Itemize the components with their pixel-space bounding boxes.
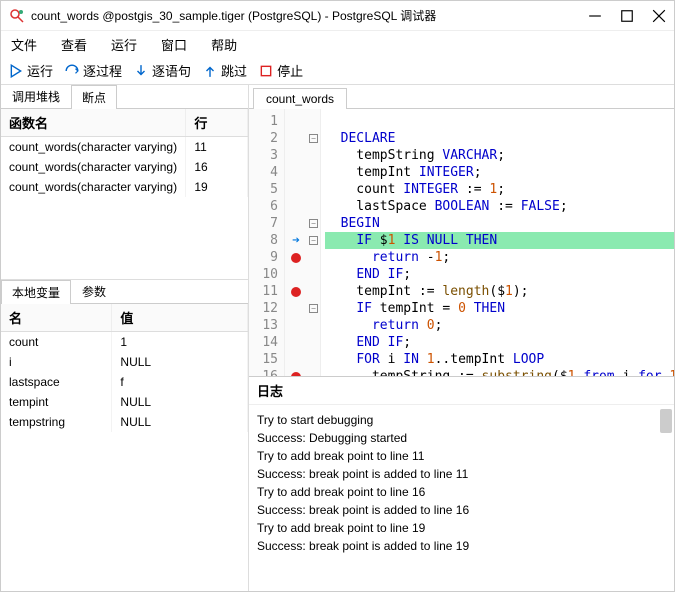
table-row[interactable]: count1	[1, 332, 248, 353]
breakpoint-icon[interactable]	[291, 253, 301, 263]
close-button[interactable]	[652, 9, 666, 23]
code-area[interactable]: DECLARE tempString VARCHAR; tempInt INTE…	[321, 109, 674, 376]
log-line: Try to start debugging	[257, 411, 666, 429]
breakpoint-icon[interactable]	[291, 287, 301, 297]
table-row[interactable]: tempstringNULL	[1, 412, 248, 432]
menu-help[interactable]: 帮助	[211, 35, 237, 54]
stepin-button[interactable]: 逐语句	[134, 61, 191, 80]
right-panel: count_words 12345678910111213141516 ➔ −−…	[249, 85, 674, 591]
col-func[interactable]: 函数名	[1, 109, 186, 137]
log-line: Try to add break point to line 19	[257, 519, 666, 537]
toolbar: 运行 逐过程 逐语句 跳过 停止	[1, 57, 674, 85]
breakpoint-table: 函数名 行 count_words(character varying)11co…	[1, 109, 248, 279]
titlebar: count_words @postgis_30_sample.tiger (Po…	[1, 1, 674, 31]
current-line-arrow: ➔	[292, 232, 300, 249]
breakpoint-gutter[interactable]: ➔	[285, 109, 307, 376]
stop-button[interactable]: 停止	[259, 61, 303, 80]
scrollbar-thumb[interactable]	[660, 409, 672, 433]
log-line: Success: break point is added to line 19	[257, 537, 666, 555]
table-row[interactable]: lastspacef	[1, 372, 248, 392]
menu-run[interactable]: 运行	[111, 35, 137, 54]
var-tabs: 本地变量 参数	[1, 280, 248, 304]
variable-table: 名 值 count1iNULLlastspaceftempintNULLtemp…	[1, 304, 248, 569]
table-row[interactable]: count_words(character varying)19	[1, 177, 248, 197]
col-line[interactable]: 行	[186, 109, 248, 137]
left-panel: 调用堆栈 断点 函数名 行 count_words(character vary…	[1, 85, 249, 591]
col-varval[interactable]: 值	[112, 304, 248, 332]
tab-breakpoints[interactable]: 断点	[71, 85, 117, 109]
log-line: Success: break point is added to line 16	[257, 501, 666, 519]
menubar: 文件 查看 运行 窗口 帮助	[1, 31, 674, 57]
stepover-button[interactable]: 逐过程	[65, 61, 122, 80]
fold-toggle[interactable]: −	[309, 134, 318, 143]
table-row[interactable]: count_words(character varying)11	[1, 137, 248, 158]
table-row[interactable]: count_words(character varying)16	[1, 157, 248, 177]
log-body[interactable]: Try to start debuggingSuccess: Debugging…	[249, 405, 674, 591]
window-title: count_words @postgis_30_sample.tiger (Po…	[31, 7, 588, 24]
menu-file[interactable]: 文件	[11, 35, 37, 54]
fold-toggle[interactable]: −	[309, 236, 318, 245]
stack-tabs: 调用堆栈 断点	[1, 85, 248, 109]
code-editor[interactable]: 12345678910111213141516 ➔ − − − − DECLARE t…	[249, 109, 674, 376]
log-line: Success: Debugging started	[257, 429, 666, 447]
fold-toggle[interactable]: −	[309, 219, 318, 228]
log-line: Success: break point is added to line 11	[257, 465, 666, 483]
fold-gutter[interactable]: − − − −	[307, 109, 321, 376]
editor-tab[interactable]: count_words	[253, 88, 347, 109]
minimize-button[interactable]	[588, 9, 602, 23]
editor-tabs: count_words	[249, 85, 674, 109]
tab-callstack[interactable]: 调用堆栈	[1, 85, 71, 108]
log-panel: 日志 Try to start debuggingSuccess: Debugg…	[249, 376, 674, 591]
table-row[interactable]: iNULL	[1, 352, 248, 372]
menu-window[interactable]: 窗口	[161, 35, 187, 54]
tab-locals[interactable]: 本地变量	[1, 280, 71, 304]
log-line: Try to add break point to line 11	[257, 447, 666, 465]
stepout-button[interactable]: 跳过	[203, 61, 247, 80]
tab-params[interactable]: 参数	[71, 279, 117, 303]
fold-toggle[interactable]: −	[309, 304, 318, 313]
maximize-button[interactable]	[620, 9, 634, 23]
log-line: Try to add break point to line 16	[257, 483, 666, 501]
menu-view[interactable]: 查看	[61, 35, 87, 54]
line-gutter: 12345678910111213141516	[249, 109, 285, 376]
col-varname[interactable]: 名	[1, 304, 112, 332]
app-icon	[9, 8, 25, 24]
run-button[interactable]: 运行	[9, 61, 53, 80]
log-title: 日志	[249, 377, 674, 405]
table-row[interactable]: tempintNULL	[1, 392, 248, 412]
